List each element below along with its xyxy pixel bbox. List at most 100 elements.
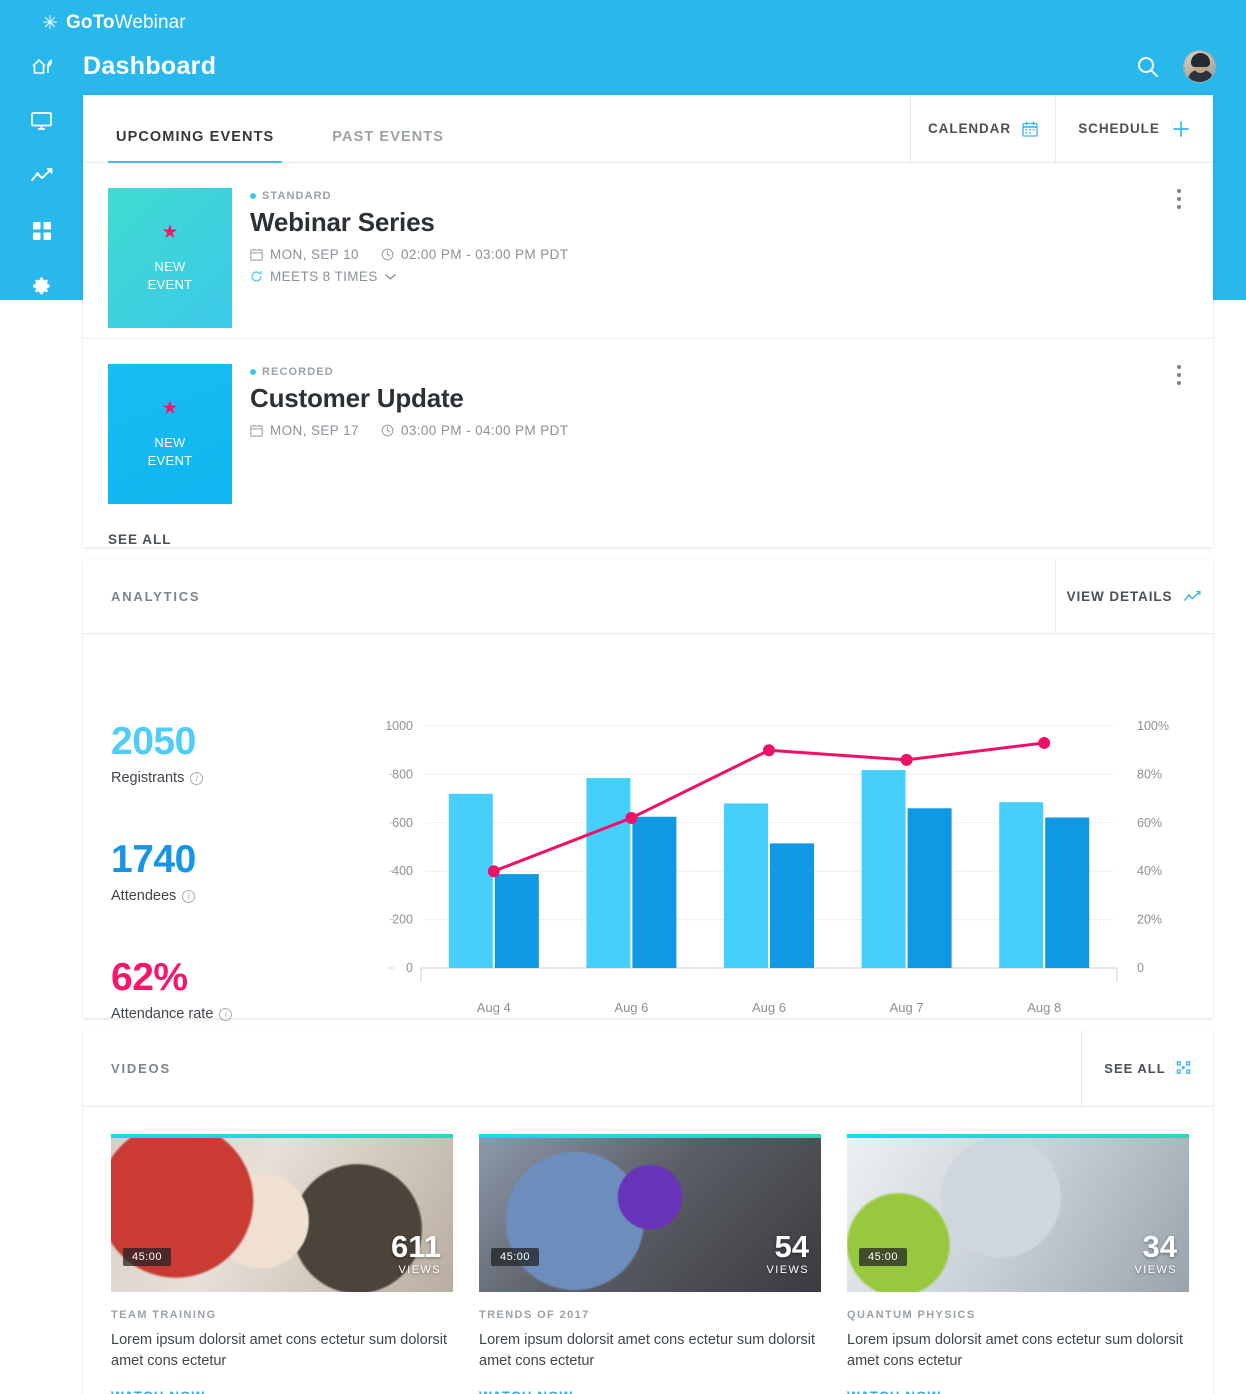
kpi-attendance-rate: 62% Attendance rate i: [111, 958, 336, 1022]
video-card[interactable]: 45:00 54 VIEWS TRENDS OF 2017 Lorem ipsu…: [479, 1134, 821, 1394]
video-card[interactable]: 45:00 611 VIEWS TEAM TRAINING Lorem ipsu…: [111, 1134, 453, 1394]
svg-text:40%: 40%: [1137, 864, 1162, 878]
event-time-text: 02:00 PM - 03:00 PM PDT: [400, 247, 569, 262]
schedule-button[interactable]: SCHEDULE: [1055, 95, 1213, 162]
svg-text:400: 400: [392, 864, 413, 878]
home-icon: [31, 59, 52, 75]
event-time-text: 03:00 PM - 04:00 PM PDT: [400, 423, 569, 438]
search-button[interactable]: [1135, 54, 1161, 80]
event-thumbnail[interactable]: ★ NEW EVENT: [108, 364, 232, 504]
sidebar-item-home[interactable]: [25, 52, 59, 81]
video-description: Lorem ipsum dolorsit amet cons ectetur s…: [479, 1332, 816, 1370]
kpi-attendees: 1740 Attendees i: [111, 840, 336, 904]
sidebar-item-analytics[interactable]: [25, 162, 59, 191]
video-accent-bar: [111, 1134, 453, 1138]
info-icon[interactable]: i: [190, 771, 204, 785]
event-date-text: MON, SEP 10: [270, 247, 359, 262]
kpi-list: 2050 Registrants i 1740 Attendees i 62%: [111, 722, 336, 1076]
svg-text:60%: 60%: [1137, 816, 1162, 830]
video-views-label: VIEWS: [1134, 1264, 1177, 1276]
calendar-button[interactable]: CALENDAR: [910, 95, 1055, 162]
apps-grid-icon: [32, 221, 51, 240]
video-views: 611 VIEWS: [391, 1231, 441, 1276]
videos-see-all-button[interactable]: SEE ALL: [1081, 1031, 1213, 1106]
clock-icon: [381, 424, 394, 437]
video-watch-now-link[interactable]: WATCH NOW: [111, 1389, 453, 1394]
monitor-icon: [31, 112, 52, 131]
event-time: 02:00 PM - 03:00 PM PDT: [381, 247, 569, 262]
svg-text:0: 0: [1137, 961, 1144, 975]
analytics-chart: 0 200 400 600 800 1000 0 20% 40% 60% 80% 100% Aug 4A…: [353, 716, 1203, 1016]
event-row[interactable]: ★ NEW EVENT STANDARD Webinar Series MON,…: [83, 163, 1213, 338]
sidebar-item-settings[interactable]: [25, 271, 59, 300]
events-see-all-link[interactable]: SEE ALL: [108, 532, 172, 547]
svg-text:Aug 4: Aug 4: [477, 1000, 511, 1015]
video-views-label: VIEWS: [766, 1264, 809, 1276]
video-category: QUANTUM PHYSICS: [847, 1309, 976, 1321]
analytics-body: 2050 Registrants i 1740 Attendees i 62%: [83, 634, 1213, 1050]
svg-text:Aug 6: Aug 6: [752, 1000, 786, 1015]
video-watch-now-link[interactable]: WATCH NOW: [847, 1389, 1189, 1394]
event-recurrence[interactable]: MEETS 8 TIMES: [250, 269, 568, 284]
event-options-button[interactable]: [1177, 365, 1181, 385]
event-type-label: STANDARD: [262, 190, 332, 202]
svg-text:0: 0: [406, 961, 413, 975]
event-row[interactable]: ★ NEW EVENT RECORDED Customer Update MON…: [83, 338, 1213, 513]
avatar[interactable]: [1183, 50, 1216, 83]
analytics-card: ANALYTICS VIEW DETAILS 2050 Registrants: [83, 560, 1213, 1050]
analytics-title: ANALYTICS: [111, 589, 201, 604]
thumb-label-line2: EVENT: [147, 452, 193, 468]
analytics-header: ANALYTICS VIEW DETAILS: [83, 560, 1213, 634]
video-thumbnail[interactable]: 45:00 34 VIEWS: [847, 1134, 1189, 1292]
videos-grid: 45:00 611 VIEWS TEAM TRAINING Lorem ipsu…: [83, 1107, 1213, 1394]
video-card[interactable]: 45:00 34 VIEWS QUANTUM PHYSICS Lorem ips…: [847, 1134, 1189, 1394]
brand-product-text: Webinar: [114, 12, 186, 33]
view-details-button[interactable]: VIEW DETAILS: [1055, 560, 1213, 633]
svg-text:600: 600: [392, 816, 413, 830]
video-views-label: VIEWS: [398, 1264, 441, 1276]
kpi-label-text: Attendees: [111, 888, 177, 904]
kpi-value: 1740: [111, 838, 196, 881]
tab-upcoming-events[interactable]: UPCOMING EVENTS: [108, 129, 283, 163]
event-title: Webinar Series: [250, 207, 435, 237]
thumb-label-line2: EVENT: [147, 276, 193, 292]
info-icon[interactable]: i: [219, 1007, 233, 1021]
video-accent-bar: [479, 1134, 821, 1138]
event-info: RECORDED Customer Update MON, SEP 17 03:…: [232, 364, 568, 513]
kpi-label: Registrants i: [111, 770, 336, 786]
chevron-down-icon: [384, 273, 396, 280]
search-icon: [1138, 56, 1158, 77]
kpi-registrants: 2050 Registrants i: [111, 722, 336, 786]
svg-text:800: 800: [392, 767, 413, 781]
star-icon: ★: [161, 221, 179, 243]
sidebar-item-webinars[interactable]: [25, 107, 59, 136]
event-thumbnail[interactable]: ★ NEW EVENT: [108, 188, 232, 328]
sidebar-item-apps[interactable]: [25, 216, 59, 245]
event-title: Customer Update: [250, 383, 464, 413]
video-duration: 45:00: [491, 1248, 540, 1266]
event-options-button[interactable]: [1177, 189, 1181, 209]
video-thumbnail[interactable]: 45:00 611 VIEWS: [111, 1134, 453, 1292]
kpi-label: Attendees i: [111, 888, 336, 904]
video-category: TEAM TRAINING: [111, 1309, 217, 1321]
svg-text:100%: 100%: [1137, 719, 1169, 733]
calendar-small-icon: [250, 248, 263, 261]
tab-past-events[interactable]: PAST EVENTS: [324, 129, 452, 162]
analytics-line-icon: [1183, 590, 1202, 604]
video-watch-now-link[interactable]: WATCH NOW: [479, 1389, 821, 1394]
svg-text:80%: 80%: [1137, 767, 1162, 781]
video-play-icon: [1176, 1060, 1191, 1078]
header-actions: [1135, 50, 1216, 83]
event-date: MON, SEP 17: [250, 423, 359, 438]
kpi-label-text: Attendance rate: [111, 1006, 214, 1022]
event-time: 03:00 PM - 04:00 PM PDT: [381, 423, 569, 438]
status-dot-icon: [250, 369, 256, 375]
video-thumbnail[interactable]: 45:00 54 VIEWS: [479, 1134, 821, 1292]
videos-title: VIDEOS: [111, 1061, 171, 1076]
svg-text:200: 200: [392, 913, 413, 927]
events-header: UPCOMING EVENTS PAST EVENTS CALENDAR SCH…: [83, 95, 1213, 163]
event-recurrence-text: MEETS 8 TIMES: [270, 269, 378, 284]
info-icon[interactable]: i: [182, 889, 196, 903]
thumb-label-line1: NEW: [154, 434, 186, 450]
kpi-value: 62%: [111, 956, 188, 999]
